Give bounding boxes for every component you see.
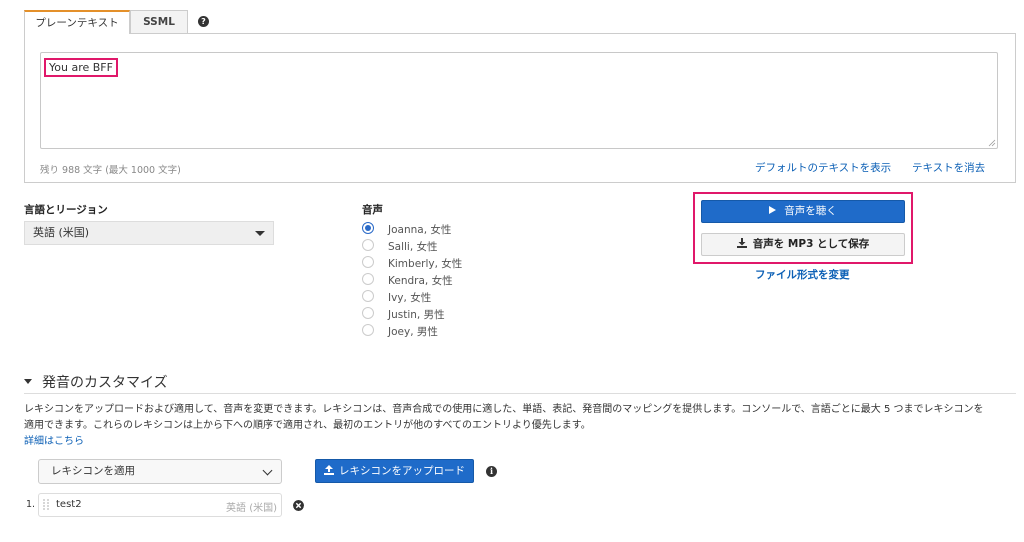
details-link[interactable]: 詳細はこちら [24, 434, 1014, 450]
listen-button[interactable]: 音声を聴く [701, 200, 905, 223]
voice-option-label: Kendra, 女性 [388, 275, 453, 287]
radio[interactable] [362, 273, 374, 285]
language-select[interactable]: 英語 (米国) [24, 221, 274, 245]
play-icon [769, 206, 777, 214]
chevron-down-icon [262, 465, 273, 476]
caret-down-icon [255, 231, 265, 236]
tab-plain-text[interactable]: プレーンテキスト [24, 10, 130, 34]
change-format-link[interactable]: ファイル形式を変更 [755, 267, 850, 282]
save-mp3-button-label: 音声を MP3 として保存 [752, 238, 870, 250]
tab-ssml-label: SSML [143, 16, 175, 28]
voice-option-label: Salli, 女性 [388, 241, 438, 253]
lexicon-index: 1. [26, 499, 36, 510]
chars-remaining: 残り 988 文字 (最大 1000 文字) [40, 165, 181, 176]
voice-option-label: Joanna, 女性 [388, 224, 452, 236]
collapse-triangle-icon [24, 379, 32, 384]
text-input-value: You are BFF [44, 58, 118, 77]
description-line-2: 適用できます。これらのレキシコンは上から下への順序で適用され、最初のエントリが他… [24, 420, 591, 431]
upload-lexicon-button[interactable]: レキシコンをアップロード [315, 459, 474, 483]
show-default-text-link[interactable]: デフォルトのテキストを表示 [755, 160, 891, 175]
voice-option-label: Ivy, 女性 [388, 292, 432, 304]
lexicon-item[interactable]: test2 英語 (米国) [38, 493, 282, 517]
customize-description: レキシコンをアップロードおよび適用して、音声を変更できます。レキシコンは、音声合… [24, 402, 1014, 450]
resize-grip-icon[interactable] [988, 139, 996, 147]
drag-handle-icon[interactable] [42, 498, 50, 512]
apply-lexicon-select-value: レキシコンを適用 [51, 465, 135, 477]
lexicon-language: 英語 (米国) [226, 503, 277, 514]
upload-lexicon-button-label: レキシコンをアップロード [339, 465, 465, 477]
voice-option-label: Justin, 男性 [388, 309, 445, 321]
apply-lexicon-select[interactable]: レキシコンを適用 [38, 459, 282, 484]
info-icon[interactable]: i [486, 466, 497, 477]
help-icon[interactable]: ? [198, 16, 209, 27]
tab-ssml[interactable]: SSML [130, 10, 188, 34]
radio[interactable] [362, 324, 374, 336]
clear-text-link[interactable]: テキストを消去 [912, 160, 985, 175]
voice-label: 音声 [362, 204, 383, 216]
language-select-value: 英語 (米国) [33, 226, 90, 239]
language-label: 言語とリージョン [24, 204, 108, 216]
radio[interactable] [362, 256, 374, 268]
radio[interactable] [362, 239, 374, 251]
remove-icon[interactable] [293, 500, 304, 511]
description-line-1: レキシコンをアップロードおよび適用して、音声を変更できます。レキシコンは、音声合… [24, 404, 984, 415]
text-input[interactable] [40, 52, 998, 149]
customize-title: 発音のカスタマイズ [42, 375, 168, 391]
radio[interactable] [362, 290, 374, 302]
radio[interactable] [362, 307, 374, 319]
tab-plain-text-label: プレーンテキスト [35, 17, 119, 29]
customize-section-header[interactable]: 発音のカスタマイズ [24, 372, 168, 392]
lexicon-name: test2 [56, 499, 82, 510]
voice-option-label: Kimberly, 女性 [388, 258, 463, 270]
voice-option-label: Joey, 男性 [388, 326, 438, 338]
listen-button-label: 音声を聴く [784, 205, 837, 217]
save-mp3-button[interactable]: 音声を MP3 として保存 [701, 233, 905, 256]
upload-icon [324, 465, 334, 475]
radio-checked[interactable] [362, 222, 374, 234]
divider [24, 393, 1016, 394]
download-icon [736, 238, 747, 248]
